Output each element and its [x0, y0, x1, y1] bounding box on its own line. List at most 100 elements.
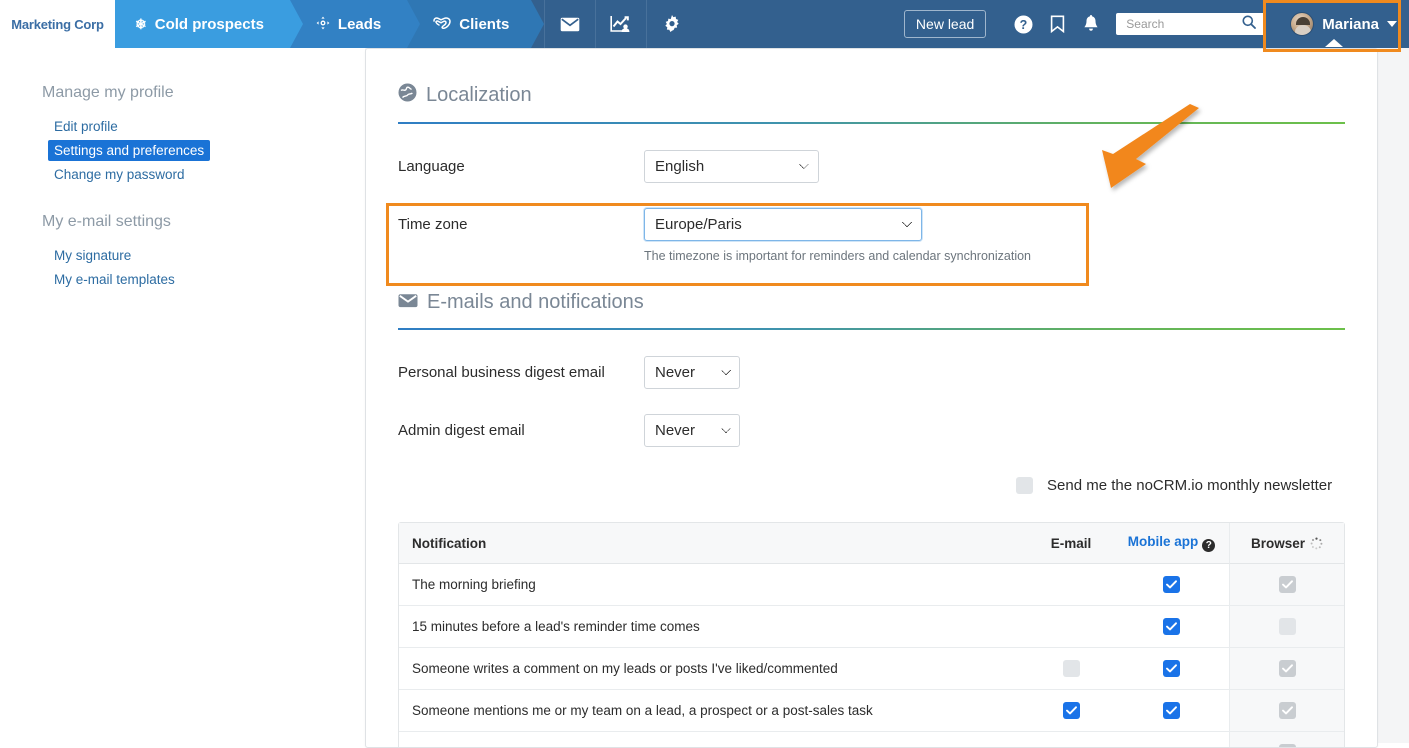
email-cell — [1028, 564, 1114, 606]
bookmark-icon[interactable] — [1040, 15, 1074, 33]
mobile-checkbox[interactable] — [1163, 660, 1180, 677]
new-lead-button[interactable]: New lead — [904, 10, 986, 38]
language-select[interactable]: English — [644, 150, 819, 183]
handshake-icon — [433, 16, 451, 32]
mobile-checkbox[interactable] — [1163, 576, 1180, 593]
sidebar-item-change-my-password[interactable]: Change my password — [48, 164, 191, 185]
sidebar-item-settings-and-preferences[interactable]: Settings and preferences — [48, 140, 210, 161]
notification-name: The morning briefing — [399, 564, 1028, 606]
mobile-checkbox[interactable] — [1163, 618, 1180, 635]
notification-name: Someone mentions me or my team on a lead… — [399, 690, 1028, 732]
browser-cell — [1229, 606, 1344, 648]
email-checkbox[interactable] — [1063, 660, 1080, 677]
nav-tab-cold-prospects-label: Cold prospects — [155, 16, 264, 33]
emails-divider — [398, 328, 1345, 330]
mobile-cell — [1114, 648, 1229, 690]
language-label: Language — [398, 158, 644, 175]
localization-section-title: Localization — [398, 83, 1377, 108]
chevron-down-icon — [1387, 21, 1397, 27]
target-icon — [316, 16, 330, 32]
table-row: Someone reacts on an activity I logged o… — [399, 732, 1344, 748]
sidebar-group-title-manage-profile: Manage my profile — [42, 84, 365, 102]
user-menu-pointer — [1325, 39, 1343, 47]
time-zone-help-text: The timezone is important for reminders … — [644, 249, 1377, 263]
mobile-cell — [1114, 690, 1229, 732]
column-header-mobile-app-label: Mobile app — [1128, 534, 1199, 549]
envelope-icon — [398, 291, 418, 314]
globe-icon — [398, 83, 417, 108]
loading-spinner-icon — [1310, 537, 1323, 550]
nav-tab-clients-label: Clients — [459, 16, 509, 33]
browser-cell — [1229, 690, 1344, 732]
newsletter-row: Send me the noCRM.io monthly newsletter — [1016, 477, 1377, 494]
sidebar-item-my-signature[interactable]: My signature — [48, 245, 137, 266]
email-cell — [1028, 648, 1114, 690]
sidebar-item-edit-profile[interactable]: Edit profile — [48, 116, 124, 137]
browser-checkbox — [1279, 744, 1296, 748]
sidebar-item-my-email-templates[interactable]: My e-mail templates — [48, 269, 181, 290]
admin-digest-select[interactable]: Never — [644, 414, 740, 447]
gear-icon[interactable] — [646, 0, 697, 48]
sidebar-group-title-email-settings: My e-mail settings — [42, 213, 365, 231]
user-name: Mariana — [1322, 16, 1379, 33]
notification-name: Someone reacts on an activity I logged o… — [399, 732, 1028, 748]
settings-card: Localization Language English Time zone … — [365, 48, 1378, 748]
column-header-mobile-app[interactable]: Mobile app? — [1114, 523, 1229, 564]
browser-cell — [1229, 732, 1344, 748]
notification-name: 15 minutes before a lead's reminder time… — [399, 606, 1028, 648]
mobile-cell — [1114, 606, 1229, 648]
nav-tab-leads[interactable]: Leads — [290, 0, 407, 48]
bell-icon[interactable] — [1074, 15, 1108, 33]
email-cell — [1028, 690, 1114, 732]
localization-title-text: Localization — [426, 84, 532, 107]
time-zone-select[interactable]: Europe/Paris — [644, 208, 922, 241]
notifications-table: Notification E-mail Mobile app? Browser — [398, 522, 1345, 748]
language-row: Language English — [398, 150, 1377, 183]
profile-sidebar: Manage my profile Edit profile Settings … — [0, 48, 365, 743]
admin-digest-row: Admin digest email Never — [398, 414, 1377, 447]
nav-tab-cold-prospects[interactable]: ❄ Cold prospects — [115, 0, 290, 48]
emails-section-title: E-mails and notifications — [398, 291, 1377, 314]
svg-text:?: ? — [1019, 18, 1027, 32]
personal-digest-select[interactable]: Never — [644, 356, 740, 389]
mobile-cell — [1114, 564, 1229, 606]
admin-digest-label: Admin digest email — [398, 422, 644, 439]
brand-logo[interactable]: Marketing Corp — [0, 0, 115, 48]
mobile-checkbox[interactable] — [1163, 702, 1180, 719]
notifications-table-body: The morning briefing 15 minutes before a… — [399, 564, 1344, 748]
statistics-icon[interactable] — [595, 0, 646, 48]
email-cell — [1028, 732, 1114, 748]
brand-name: Marketing Corp — [11, 17, 104, 32]
browser-checkbox — [1279, 660, 1296, 677]
table-header-row: Notification E-mail Mobile app? Browser — [399, 523, 1344, 564]
time-zone-label: Time zone — [398, 216, 644, 233]
emails-title-text: E-mails and notifications — [427, 291, 644, 314]
time-zone-row: Time zone Europe/Paris — [398, 208, 1377, 241]
top-navigation-bar: Marketing Corp ❄ Cold prospects Leads Cl… — [0, 0, 1409, 48]
nav-tab-leads-label: Leads — [338, 16, 381, 33]
search-box[interactable] — [1116, 13, 1266, 35]
mobile-cell — [1114, 732, 1229, 748]
avatar — [1290, 12, 1314, 36]
notification-name: Someone writes a comment on my leads or … — [399, 648, 1028, 690]
personal-digest-row: Personal business digest email Never — [398, 356, 1377, 389]
user-menu[interactable]: Mariana — [1280, 0, 1409, 48]
table-row: Someone writes a comment on my leads or … — [399, 648, 1344, 690]
personal-digest-label: Personal business digest email — [398, 364, 644, 381]
table-row: 15 minutes before a lead's reminder time… — [399, 606, 1344, 648]
table-row: The morning briefing — [399, 564, 1344, 606]
search-input[interactable] — [1124, 16, 1242, 32]
table-row: Someone mentions me or my team on a lead… — [399, 690, 1344, 732]
column-header-browser-label: Browser — [1251, 536, 1305, 551]
search-icon[interactable] — [1242, 15, 1256, 34]
browser-checkbox — [1279, 702, 1296, 719]
browser-checkbox — [1279, 618, 1296, 635]
mail-icon[interactable] — [544, 0, 595, 48]
newsletter-checkbox[interactable] — [1016, 477, 1033, 494]
question-circle-icon[interactable]: ? — [1006, 15, 1040, 34]
nav-tab-clients[interactable]: Clients — [407, 0, 531, 48]
question-circle-icon[interactable]: ? — [1202, 539, 1215, 552]
main-nav-tabs: ❄ Cold prospects Leads Clients — [115, 0, 531, 48]
newsletter-label: Send me the noCRM.io monthly newsletter — [1047, 477, 1332, 494]
email-checkbox[interactable] — [1063, 702, 1080, 719]
